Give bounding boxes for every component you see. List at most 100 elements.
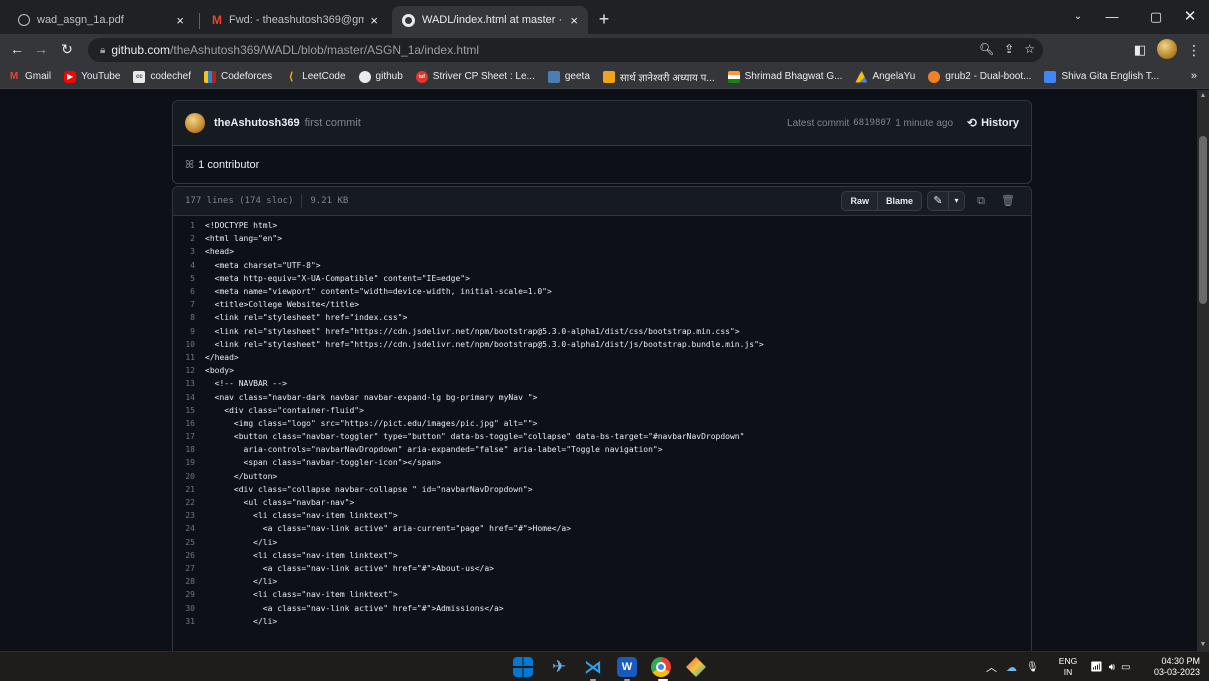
code-line[interactable]: 12 <body>: [173, 364, 1031, 377]
line-number[interactable]: 21: [173, 485, 205, 494]
reload-button[interactable]: ↻: [56, 39, 78, 61]
code-line[interactable]: 15 <div class="container-fluid">: [173, 404, 1031, 417]
line-number[interactable]: 3: [173, 247, 205, 256]
windows-start-icon[interactable]: [513, 657, 533, 677]
line-number[interactable]: 28: [173, 577, 205, 586]
trash-icon[interactable]: 🗑︎: [997, 191, 1019, 211]
chrome-icon[interactable]: [651, 657, 671, 677]
raw-button[interactable]: Raw: [841, 191, 878, 211]
code-line[interactable]: 18 aria-controls="navbarNavDropdown" ari…: [173, 443, 1031, 456]
code-line[interactable]: 6 <meta name="viewport" content="width=d…: [173, 285, 1031, 298]
code-line[interactable]: 11 </head>: [173, 351, 1031, 364]
line-number[interactable]: 11: [173, 353, 205, 362]
forward-button[interactable]: →: [30, 39, 52, 61]
code-line[interactable]: 21 <div class="collapse navbar-collapse …: [173, 483, 1031, 496]
line-number[interactable]: 1: [173, 221, 205, 230]
bookmark-gmail[interactable]: M Gmail: [8, 71, 51, 83]
code-line[interactable]: 27 <a class="nav-link active" href="#">A…: [173, 562, 1031, 575]
line-number[interactable]: 14: [173, 393, 205, 402]
code-line[interactable]: 20 </button>: [173, 470, 1031, 483]
chevron-up-icon[interactable]: ︿: [986, 659, 997, 675]
edit-pencil-icon[interactable]: ✎: [927, 191, 949, 211]
code-line[interactable]: 2 <html lang="en">: [173, 232, 1031, 245]
line-number[interactable]: 29: [173, 590, 205, 599]
code-line[interactable]: 7 <title>College Website</title>: [173, 298, 1031, 311]
commit-author[interactable]: theAshutosh369: [214, 117, 300, 129]
line-number[interactable]: 19: [173, 458, 205, 467]
author-avatar[interactable]: [185, 113, 205, 133]
line-number[interactable]: 27: [173, 564, 205, 573]
profile-avatar[interactable]: [1157, 39, 1177, 59]
bookmarks-overflow-icon[interactable]: »: [1191, 70, 1197, 82]
bookmark-github[interactable]: github: [358, 70, 403, 83]
code-line[interactable]: 13 <!-- NAVBAR -->: [173, 377, 1031, 390]
scroll-thumb[interactable]: [1199, 136, 1207, 304]
close-icon[interactable]: ×: [176, 13, 184, 28]
bookmark-grub2[interactable]: grub2 - Dual-boot...: [928, 70, 1031, 83]
code-line[interactable]: 4 <meta charset="UTF-8">: [173, 259, 1031, 272]
code-line[interactable]: 8 <link rel="stylesheet" href="index.css…: [173, 311, 1031, 324]
line-number[interactable]: 23: [173, 511, 205, 520]
zoom-icon[interactable]: 🔍︎: [979, 42, 994, 56]
vscode-icon[interactable]: ⋊: [583, 657, 603, 677]
code-line[interactable]: 1 <!DOCTYPE html>: [173, 219, 1031, 232]
code-line[interactable]: 14 <nav class="navbar-dark navbar navbar…: [173, 390, 1031, 403]
code-line[interactable]: 3 <head>: [173, 245, 1031, 258]
code-line[interactable]: 10 <link rel="stylesheet" href="https://…: [173, 338, 1031, 351]
close-icon[interactable]: ×: [370, 13, 378, 28]
code-line[interactable]: 16 <img class="logo" src="https://pict.e…: [173, 417, 1031, 430]
postman-icon[interactable]: ✈: [549, 657, 569, 677]
code-line[interactable]: 28 </li>: [173, 575, 1031, 588]
bookmark-codeforces[interactable]: Codeforces: [204, 70, 272, 83]
code-line[interactable]: 17 <button class="navbar-toggler" type="…: [173, 430, 1031, 443]
back-button[interactable]: ←: [6, 39, 28, 61]
copy-icon[interactable]: ⧉: [970, 191, 992, 211]
side-panel-icon[interactable]: ◧: [1130, 40, 1150, 60]
contributors-row[interactable]: ꕤ 1 contributor: [173, 146, 1031, 184]
line-number[interactable]: 22: [173, 498, 205, 507]
code-line[interactable]: 9 <link rel="stylesheet" href="https://c…: [173, 325, 1031, 338]
line-number[interactable]: 24: [173, 524, 205, 533]
bookmark-striver[interactable]: tuf Striver CP Sheet : Le...: [415, 70, 535, 83]
line-number[interactable]: 4: [173, 261, 205, 270]
line-number[interactable]: 9: [173, 327, 205, 336]
bookmark-star-icon[interactable]: ☆: [1024, 42, 1035, 56]
code-line[interactable]: 30 <a class="nav-link active" href="#">A…: [173, 601, 1031, 614]
onedrive-icon[interactable]: ☁: [1006, 661, 1017, 674]
tab-github[interactable]: WADL/index.html at master · the ×: [392, 6, 588, 34]
share-icon[interactable]: ⇪: [1004, 42, 1014, 56]
commit-sha[interactable]: 6819807: [853, 118, 891, 128]
code-line[interactable]: 31 </li>: [173, 615, 1031, 628]
system-clock[interactable]: 04:30 PM 03-03-2023: [1150, 656, 1200, 678]
git-app-icon[interactable]: [686, 657, 706, 677]
close-window-button[interactable]: ✕: [1168, 0, 1209, 34]
menu-kebab-icon[interactable]: ⋮: [1184, 40, 1204, 60]
line-number[interactable]: 18: [173, 445, 205, 454]
bookmark-leetcode[interactable]: ⟨ LeetCode: [285, 71, 346, 83]
scroll-down-icon[interactable]: ▼: [1197, 639, 1209, 651]
line-number[interactable]: 10: [173, 340, 205, 349]
new-tab-button[interactable]: +: [592, 8, 616, 32]
line-number[interactable]: 7: [173, 300, 205, 309]
line-number[interactable]: 30: [173, 604, 205, 613]
line-number[interactable]: 15: [173, 406, 205, 415]
line-number[interactable]: 16: [173, 419, 205, 428]
address-bar[interactable]: 🔒︎ github.com/theAshutosh369/WADL/blob/m…: [88, 38, 1043, 62]
language-indicator[interactable]: ENG IN: [1057, 656, 1079, 678]
line-number[interactable]: 8: [173, 313, 205, 322]
bookmark-codechef[interactable]: cc codechef: [133, 70, 191, 83]
page-scrollbar[interactable]: ▲ ▼: [1197, 90, 1209, 651]
battery-icon[interactable]: ▭: [1121, 662, 1130, 673]
power-icon[interactable]: 🎙︎: [1026, 662, 1039, 673]
blame-button[interactable]: Blame: [877, 191, 922, 211]
line-number[interactable]: 31: [173, 617, 205, 626]
line-number[interactable]: 26: [173, 551, 205, 560]
code-line[interactable]: 26 <li class="nav-item linktext">: [173, 549, 1031, 562]
close-icon[interactable]: ×: [570, 13, 578, 28]
line-number[interactable]: 17: [173, 432, 205, 441]
code-line[interactable]: 25 </li>: [173, 536, 1031, 549]
scroll-up-icon[interactable]: ▲: [1197, 90, 1209, 102]
minimize-button[interactable]: —: [1090, 0, 1134, 34]
bookmark-angelayu[interactable]: AngelaYu: [855, 70, 915, 83]
chevron-down-icon[interactable]: ▾: [949, 191, 965, 211]
